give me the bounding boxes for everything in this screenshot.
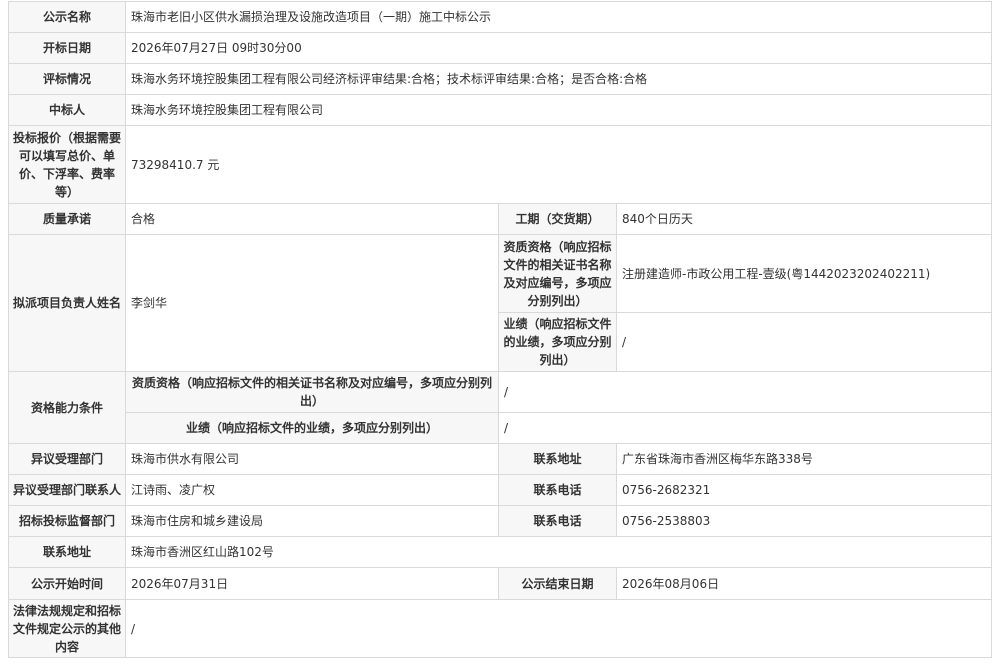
winner-value: 珠海水务环境控股集团工程有限公司 <box>125 94 992 126</box>
period-end-value: 2026年08月06日 <box>616 567 992 600</box>
duration-label: 工期（交货期） <box>498 203 617 235</box>
objection-contact-label: 异议受理部门联系人 <box>8 474 126 506</box>
capability-label: 资格能力条件 <box>8 371 126 444</box>
row-notice-name: 公示名称 珠海市老旧小区供水漏损治理及设施改造项目（一期）施工中标公示 <box>8 1 992 33</box>
row-supervisor: 招标投标监督部门 珠海市住房和城乡建设局 联系电话 0756-2538803 <box>8 505 992 537</box>
open-date-label: 开标日期 <box>8 32 126 64</box>
bid-price-label: 投标报价（根据需要可以填写总价、单价、下浮率、费率等） <box>8 125 126 204</box>
bid-notice-table: 公示名称 珠海市老旧小区供水漏损治理及设施改造项目（一期）施工中标公示 开标日期… <box>8 1 992 658</box>
row-open-date: 开标日期 2026年07月27日 09时30分00 <box>8 32 992 64</box>
row-quality: 质量承诺 合格 工期（交货期） 840个日历天 <box>8 203 992 235</box>
capability-performance-label: 业绩（响应招标文件的业绩，多项应分别列出） <box>125 412 499 444</box>
manager-performance-label: 业绩（响应招标文件的业绩，多项应分别列出） <box>498 312 617 372</box>
evaluation-label: 评标情况 <box>8 63 126 95</box>
manager-qualification-label: 资质资格（响应招标文件的相关证书名称及对应编号，多项应分别列出） <box>498 234 617 313</box>
capability-performance-value: / <box>498 412 992 444</box>
objection-phone-label: 联系电话 <box>498 474 617 506</box>
objection-dept-value: 珠海市供水有限公司 <box>125 443 499 475</box>
manager-qualification-value: 注册建造师-市政公用工程-壹级(粤1442023202402211) <box>616 234 992 313</box>
period-start-value: 2026年07月31日 <box>125 567 499 600</box>
other-label: 法律法规规定和招标文件规定公示的其他内容 <box>8 599 126 658</box>
period-start-label: 公示开始时间 <box>8 567 126 600</box>
capability-qualification-label: 资质资格（响应招标文件的相关证书名称及对应编号，多项应分别列出） <box>125 371 499 413</box>
capability-qualification-value: / <box>498 371 992 413</box>
objection-address-label: 联系地址 <box>498 443 617 475</box>
address-value: 珠海市香洲区红山路102号 <box>125 536 992 568</box>
manager-name-label: 拟派项目负责人姓名 <box>8 234 126 372</box>
bid-price-value: 73298410.7 元 <box>125 125 992 204</box>
row-manager-qualification: 拟派项目负责人姓名 李剑华 资质资格（响应招标文件的相关证书名称及对应编号，多项… <box>8 234 992 372</box>
row-period: 公示开始时间 2026年07月31日 公示结束日期 2026年08月06日 <box>8 567 992 600</box>
manager-performance-value: / <box>616 312 992 372</box>
row-objection-contact: 异议受理部门联系人 江诗雨、凌广权 联系电话 0756-2682321 <box>8 474 992 506</box>
notice-name-value: 珠海市老旧小区供水漏损治理及设施改造项目（一期）施工中标公示 <box>125 1 992 33</box>
row-evaluation: 评标情况 珠海水务环境控股集团工程有限公司经济标评审结果:合格；技术标评审结果:… <box>8 63 992 95</box>
open-date-value: 2026年07月27日 09时30分00 <box>125 32 992 64</box>
objection-contact-value: 江诗雨、凌广权 <box>125 474 499 506</box>
supervisor-phone-label: 联系电话 <box>498 505 617 537</box>
quality-label: 质量承诺 <box>8 203 126 235</box>
supervisor-phone-value: 0756-2538803 <box>616 505 992 537</box>
objection-phone-value: 0756-2682321 <box>616 474 992 506</box>
objection-address-value: 广东省珠海市香洲区梅华东路338号 <box>616 443 992 475</box>
row-bid-price: 投标报价（根据需要可以填写总价、单价、下浮率、费率等） 73298410.7 元 <box>8 125 992 204</box>
row-capability-performance: 业绩（响应招标文件的业绩，多项应分别列出） / <box>9 412 992 444</box>
supervisor-value: 珠海市住房和城乡建设局 <box>125 505 499 537</box>
notice-name-label: 公示名称 <box>8 1 126 33</box>
row-other: 法律法规规定和招标文件规定公示的其他内容 / <box>8 599 992 658</box>
manager-name-value: 李剑华 <box>125 234 499 372</box>
row-capability-qualification: 资格能力条件 资质资格（响应招标文件的相关证书名称及对应编号，多项应分别列出） … <box>8 371 992 444</box>
row-address: 联系地址 珠海市香洲区红山路102号 <box>8 536 992 568</box>
row-winner: 中标人 珠海水务环境控股集团工程有限公司 <box>8 94 992 126</box>
row-objection-dept: 异议受理部门 珠海市供水有限公司 联系地址 广东省珠海市香洲区梅华东路338号 <box>8 443 992 475</box>
supervisor-label: 招标投标监督部门 <box>8 505 126 537</box>
quality-value: 合格 <box>125 203 499 235</box>
address-label: 联系地址 <box>8 536 126 568</box>
winner-label: 中标人 <box>8 94 126 126</box>
period-end-label: 公示结束日期 <box>498 567 617 600</box>
other-value: / <box>125 599 992 658</box>
duration-value: 840个日历天 <box>616 203 992 235</box>
objection-dept-label: 异议受理部门 <box>8 443 126 475</box>
evaluation-value: 珠海水务环境控股集团工程有限公司经济标评审结果:合格；技术标评审结果:合格；是否… <box>125 63 992 95</box>
